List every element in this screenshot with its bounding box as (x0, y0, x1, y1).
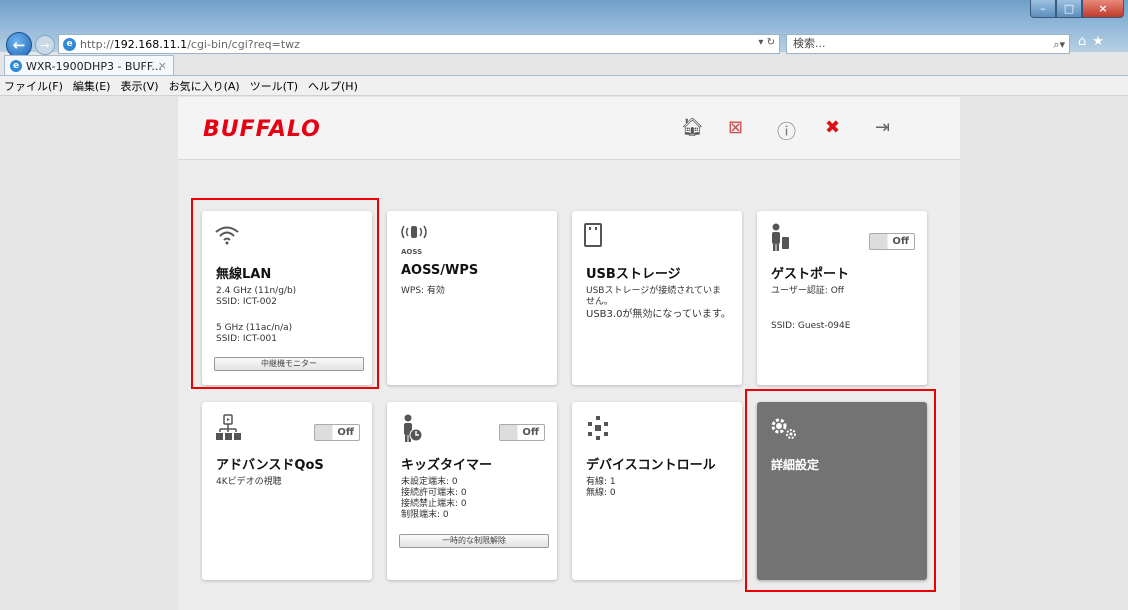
back-arrow-icon: ← (12, 36, 26, 54)
browser-tab[interactable]: e WXR-1900DHP3 - BUFF... × (4, 55, 174, 76)
card-guest-port[interactable]: Off ゲストポート ユーザー認証: Off SSID: Guest-094E (757, 211, 927, 385)
tab-title: WXR-1900DHP3 - BUFF... (26, 59, 162, 73)
card-title: ゲストポート (771, 267, 850, 282)
home-icon[interactable]: ⌂ (1078, 34, 1086, 49)
card-info: USBストレージが接続されていま せん。 (586, 286, 722, 307)
address-bar[interactable]: e http://192.168.11.1/cgi-bin/cgi?req=tw… (58, 34, 780, 54)
highlight-advanced-settings (745, 389, 936, 592)
window-controls: – □ × (1030, 0, 1124, 18)
aoss-icon-label: AOSS (401, 248, 423, 256)
tab-favicon-icon: e (10, 60, 22, 72)
card-info: SSID: Guest-094E (771, 321, 851, 331)
url-path: /cgi-bin/cgi?req=twz (187, 37, 300, 51)
menu-view[interactable]: 表示(V) (120, 78, 158, 94)
menu-bar: ファイル(F) 編集(E) 表示(V) お気に入り(A) ツール(T) ヘルプ(… (0, 76, 1128, 96)
page-header: BUFFALO 🏠︎ ⊠ ⓘ ✖ ⇥ (178, 97, 960, 160)
card-usb-storage[interactable]: USBストレージ USBストレージが接続されていま せん。 USB3.0が無効に… (572, 211, 742, 385)
browser-toolbar-icons: ⌂ ★ (1078, 34, 1104, 49)
guest-port-toggle[interactable]: Off (869, 233, 915, 250)
menu-tools[interactable]: ツール(T) (250, 78, 298, 94)
search-input[interactable]: 検索... ⌕▾ (786, 34, 1070, 54)
favorites-star-icon[interactable]: ★ (1092, 34, 1104, 49)
update-notification-icon[interactable]: ⊠ (728, 117, 743, 138)
logout-icon[interactable]: ⇥ (875, 117, 890, 138)
guest-person-icon (769, 223, 791, 258)
card-kids-timer[interactable]: Off キッズタイマー 未設定端末: 0 接続許可端末: 0 接続禁止端末: 0… (387, 402, 557, 580)
card-title: アドバンスドQoS (216, 458, 324, 473)
device-control-icon (584, 414, 612, 449)
minimize-icon[interactable]: – (1030, 0, 1056, 18)
info-icon[interactable]: ⓘ (777, 117, 796, 144)
card-advanced-qos[interactable]: Off アドバンスドQoS 4Kビデオの視聴 (202, 402, 372, 580)
close-window-icon[interactable]: × (1082, 0, 1124, 18)
home-icon[interactable]: 🏠︎ (681, 117, 704, 138)
url-host: 192.168.11.1 (113, 37, 188, 51)
card-info: 未設定端末: 0 接続許可端末: 0 接続禁止端末: 0 制限端末: 0 (401, 477, 467, 520)
menu-help[interactable]: ヘルプ(H) (308, 78, 358, 94)
kids-timer-icon (399, 414, 425, 449)
maximize-icon[interactable]: □ (1056, 0, 1082, 18)
tab-close-icon[interactable]: × (158, 56, 167, 75)
card-aoss-wps[interactable]: AOSS AOSS/WPS WPS: 有効 (387, 211, 557, 385)
ie-favicon-icon: e (63, 37, 76, 51)
menu-edit[interactable]: 編集(E) (73, 78, 111, 94)
url-prefix: http:// (80, 37, 114, 51)
card-title: AOSS/WPS (401, 263, 479, 278)
search-icon[interactable]: ⌕▾ (1053, 36, 1065, 54)
forward-button[interactable]: → (35, 35, 55, 55)
card-info: USB3.0が無効になっています。 (586, 309, 731, 320)
menu-favorites[interactable]: お気に入り(A) (169, 78, 240, 94)
card-info: WPS: 有効 (401, 286, 445, 296)
aoss-icon (399, 223, 429, 246)
card-title: キッズタイマー (401, 458, 493, 473)
refresh-icon[interactable]: ▾ ↻ (758, 37, 775, 48)
temporary-release-button[interactable]: 一時的な制限解除 (399, 534, 549, 548)
network-status-icon[interactable]: ✖ (825, 117, 840, 138)
card-device-control[interactable]: デバイスコントロール 有線: 1 無線: 0 (572, 402, 742, 580)
highlight-wireless-lan (191, 198, 379, 389)
forward-arrow-icon: → (40, 38, 50, 52)
kids-timer-toggle[interactable]: Off (499, 424, 545, 441)
menu-file[interactable]: ファイル(F) (4, 78, 63, 94)
usb-storage-icon (584, 223, 602, 254)
qos-icon (214, 414, 242, 449)
search-placeholder: 検索... (793, 37, 826, 50)
card-info: ユーザー認証: Off (771, 286, 844, 296)
card-info: 有線: 1 無線: 0 (586, 477, 616, 498)
card-title: USBストレージ (586, 267, 681, 282)
card-title: デバイスコントロール (586, 458, 716, 473)
card-info: 4Kビデオの視聴 (216, 477, 282, 487)
buffalo-logo: BUFFALO (203, 117, 321, 142)
qos-toggle[interactable]: Off (314, 424, 360, 441)
